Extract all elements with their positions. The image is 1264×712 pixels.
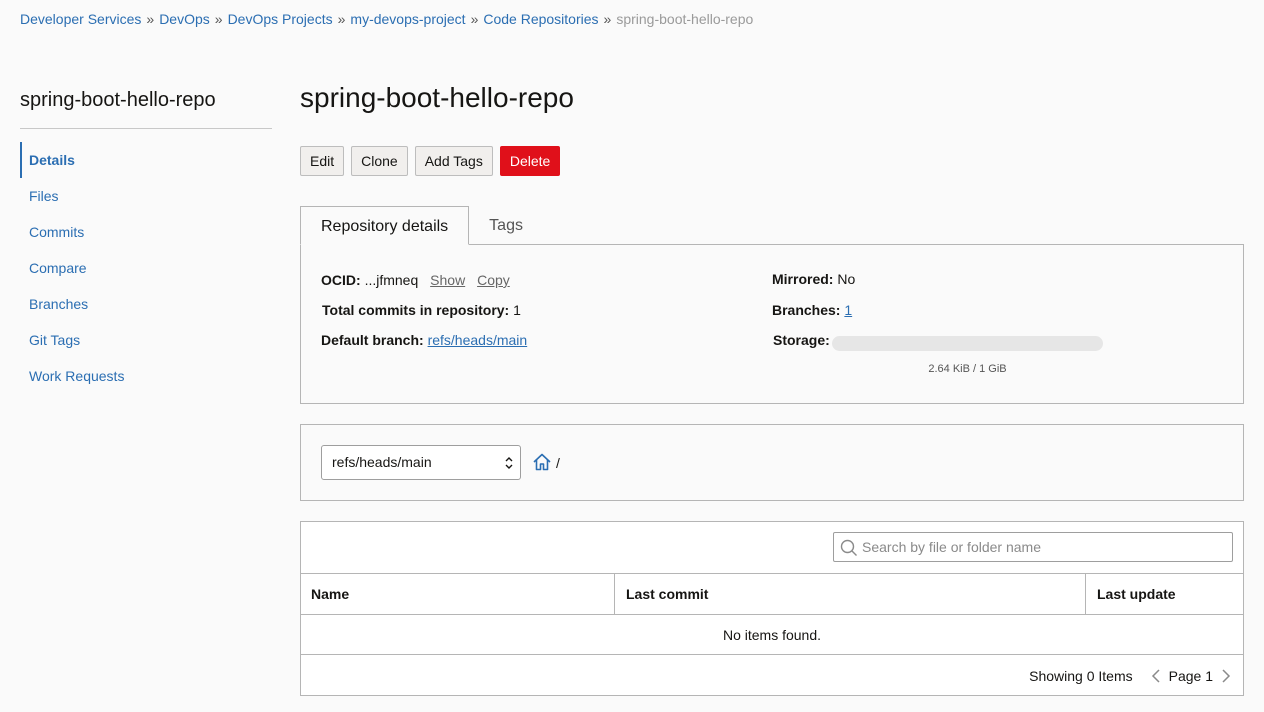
- tab-tags[interactable]: Tags: [469, 206, 543, 245]
- default-branch-link[interactable]: refs/heads/main: [428, 332, 528, 348]
- next-page-icon[interactable]: [1221, 668, 1231, 684]
- branch-browser-panel: refs/heads/main /: [300, 424, 1244, 501]
- default-branch-label: Default branch:: [321, 332, 424, 348]
- add-tags-button[interactable]: Add Tags: [414, 146, 493, 176]
- branches-count-link[interactable]: 1: [844, 302, 852, 318]
- breadcrumb-code-repositories[interactable]: Code Repositories: [483, 11, 598, 27]
- delete-button[interactable]: Delete: [499, 146, 561, 176]
- mirrored-row: Mirrored: No: [772, 271, 855, 287]
- ocid-copy-link[interactable]: Copy: [477, 272, 510, 288]
- page-title: spring-boot-hello-repo: [300, 82, 574, 113]
- table-footer: Showing 0 Items Page 1: [1029, 666, 1231, 686]
- sidebar-item-work-requests[interactable]: Work Requests: [20, 358, 272, 394]
- sidebar-divider: [20, 128, 272, 129]
- mirrored-value: No: [837, 271, 856, 287]
- total-commits-row: Total commits in repository: 1: [322, 302, 521, 318]
- column-header-last-update[interactable]: Last update: [1086, 574, 1243, 614]
- breadcrumb-separator: »: [470, 11, 479, 27]
- column-header-last-commit[interactable]: Last commit: [615, 574, 1086, 614]
- breadcrumb-developer-services[interactable]: Developer Services: [20, 11, 141, 27]
- details-tabs: Repository details Tags: [300, 206, 543, 245]
- breadcrumb-separator: »: [214, 11, 223, 27]
- items-count: Showing 0 Items: [1029, 668, 1133, 684]
- ocid-label: OCID:: [321, 272, 361, 288]
- breadcrumb-separator: »: [337, 11, 346, 27]
- breadcrumb-project[interactable]: my-devops-project: [350, 11, 465, 27]
- sidebar-title: spring-boot-hello-repo: [20, 89, 216, 111]
- sidebar-item-details[interactable]: Details: [20, 142, 272, 178]
- previous-page-icon[interactable]: [1151, 668, 1161, 684]
- sidebar-item-commits[interactable]: Commits: [20, 214, 272, 250]
- sidebar-item-compare[interactable]: Compare: [20, 250, 272, 286]
- sidebar-nav: Details Files Commits Compare Branches G…: [20, 142, 272, 394]
- column-header-name[interactable]: Name: [301, 574, 615, 614]
- storage-row: Storage:: [773, 332, 830, 348]
- repository-details-panel: [300, 244, 1244, 404]
- home-icon[interactable]: [532, 452, 552, 472]
- branch-select-value: refs/heads/main: [332, 454, 432, 470]
- action-toolbar: Edit Clone Add Tags Delete: [300, 146, 561, 176]
- total-commits-label: Total commits in repository:: [322, 302, 510, 318]
- table-header: Name Last commit Last update: [301, 573, 1243, 615]
- storage-label: Storage:: [773, 332, 830, 348]
- page-indicator: Page 1: [1168, 668, 1213, 684]
- file-search[interactable]: [833, 532, 1233, 562]
- search-input[interactable]: [862, 533, 1227, 561]
- select-arrows-icon: [505, 457, 513, 469]
- empty-table-message: No items found.: [301, 615, 1243, 655]
- breadcrumb-devops[interactable]: DevOps: [159, 11, 210, 27]
- branches-row: Branches: 1: [772, 302, 852, 318]
- sidebar-item-files[interactable]: Files: [20, 178, 272, 214]
- mirrored-label: Mirrored:: [772, 271, 834, 287]
- ocid-value: ...jfmneq: [364, 272, 419, 288]
- ocid-show-link[interactable]: Show: [430, 272, 465, 288]
- breadcrumb-devops-projects[interactable]: DevOps Projects: [228, 11, 333, 27]
- clone-button[interactable]: Clone: [351, 146, 408, 176]
- breadcrumb: Developer Services» DevOps» DevOps Project…: [20, 11, 753, 27]
- sidebar-item-branches[interactable]: Branches: [20, 286, 272, 322]
- files-table-panel: Name Last commit Last update No items fo…: [300, 521, 1244, 696]
- branch-select[interactable]: refs/heads/main: [321, 445, 521, 480]
- breadcrumb-separator: »: [603, 11, 612, 27]
- default-branch-row: Default branch: refs/heads/main: [321, 332, 527, 348]
- total-commits-value: 1: [513, 302, 521, 318]
- storage-usage-text: 2.64 KiB / 1 GiB: [928, 363, 1007, 375]
- path-root: /: [556, 455, 560, 471]
- ocid-row: OCID: ...jfmneq Show Copy: [321, 272, 510, 288]
- branches-label: Branches:: [772, 302, 841, 318]
- storage-progress-bar: [832, 336, 1103, 351]
- search-icon: [840, 539, 857, 556]
- breadcrumb-separator: »: [146, 11, 155, 27]
- breadcrumb-current: spring-boot-hello-repo: [616, 11, 754, 27]
- sidebar-item-git-tags[interactable]: Git Tags: [20, 322, 272, 358]
- tab-repository-details[interactable]: Repository details: [300, 206, 470, 245]
- edit-button[interactable]: Edit: [300, 146, 345, 176]
